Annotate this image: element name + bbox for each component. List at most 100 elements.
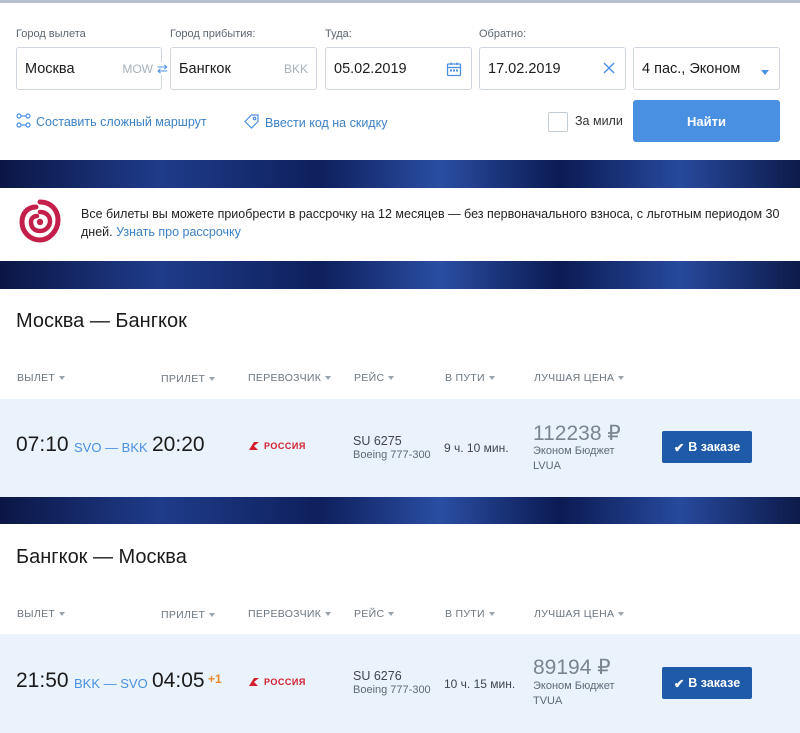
rossiya-icon: [249, 678, 259, 686]
col-depart[interactable]: ВЫЛЕТ: [17, 372, 66, 384]
flight-row[interactable]: 21:50 BKK — SVO 04:05 +1 РОССИЯ SU 6276 …: [0, 634, 800, 733]
promo-code-link[interactable]: Ввести код на скидку: [243, 113, 387, 133]
sort-icon: [488, 612, 495, 617]
col-flight-label: РЕЙС: [354, 372, 385, 384]
chevron-down-icon: [760, 64, 770, 80]
flight-duration: 10 ч. 15 мин.: [444, 677, 516, 691]
sort-icon: [325, 612, 332, 617]
depart-date-field[interactable]: 05.02.2019: [325, 47, 472, 90]
passengers-value: 4 пас., Эконом: [642, 60, 741, 77]
flight-number: SU 6276: [353, 669, 402, 683]
installment-promo: Все билеты вы можете приобрести в рассро…: [0, 188, 800, 261]
sort-icon: [388, 376, 395, 381]
decorative-band: [0, 160, 800, 188]
passengers-select[interactable]: 4 пас., Эконом: [633, 47, 780, 90]
departure-time: 21:50: [16, 669, 69, 692]
to-value: Бангкок: [179, 60, 231, 77]
installment-link[interactable]: Узнать про рассрочку: [116, 225, 241, 239]
sort-icon: [59, 612, 66, 617]
sort-icon: [388, 612, 395, 617]
depart-label: Туда:: [325, 28, 352, 40]
col-duration-label: В ПУТИ: [445, 608, 485, 620]
flight-number: SU 6275: [353, 434, 402, 448]
fare-class: Эконом Бюджет: [533, 680, 615, 692]
to-code: BKK: [283, 61, 308, 76]
aircraft-type: Boeing 777-300: [353, 684, 431, 696]
col-duration[interactable]: В ПУТИ: [445, 608, 495, 620]
inbound-section: Бангкок — Москва ВЫЛЕТ ПРИЛЕТ ПЕРЕВОЗЧИК…: [0, 524, 800, 733]
from-field[interactable]: Москва MOW: [16, 47, 162, 90]
tag-icon: [243, 113, 260, 133]
col-carrier[interactable]: ПЕРЕВОЗЧИК: [248, 372, 332, 384]
sort-icon: [488, 376, 495, 381]
departure-time: 07:10: [16, 433, 69, 456]
carrier-name: РОССИЯ: [264, 677, 306, 687]
clear-icon[interactable]: [602, 61, 616, 79]
promo-code-label: Ввести код на скидку: [265, 116, 388, 130]
col-price-label: ЛУЧШАЯ ЦЕНА: [534, 608, 615, 620]
in-order-button[interactable]: ✔ В заказе: [662, 667, 752, 699]
col-depart[interactable]: ВЫЛЕТ: [17, 608, 66, 620]
flight-row[interactable]: 07:10 SVO — BKK 20:20 РОССИЯ SU 6275 Boe…: [0, 399, 800, 497]
best-price: 112238 ₽: [533, 422, 621, 445]
return-label: Обратно:: [479, 28, 527, 40]
col-flight[interactable]: РЕЙС: [354, 608, 395, 620]
col-depart-label: ВЫЛЕТ: [17, 608, 56, 620]
from-code: MOW: [122, 61, 153, 76]
return-date-field[interactable]: 17.02.2019: [479, 47, 626, 90]
arrival-time: 20:20: [152, 433, 205, 456]
col-flight[interactable]: РЕЙС: [354, 372, 395, 384]
miles-label: За мили: [575, 114, 623, 128]
to-field[interactable]: Бангкок BKK: [170, 47, 317, 90]
in-order-button[interactable]: ✔ В заказе: [662, 431, 752, 463]
swap-icon[interactable]: ⇄: [156, 62, 169, 75]
search-panel: Город вылета Москва MOW ⇄ Город прибытия…: [0, 0, 800, 160]
to-label: Город прибытия:: [170, 28, 256, 40]
check-icon: ✔: [673, 676, 685, 691]
in-order-label: В заказе: [688, 676, 741, 690]
miles-checkbox[interactable]: [548, 112, 568, 132]
arrival-time: 04:05: [152, 669, 205, 692]
decorative-band: [0, 261, 800, 289]
sort-icon: [59, 376, 66, 381]
sort-icon: [209, 377, 216, 382]
fare-code: TVUA: [533, 695, 563, 707]
carrier-logo: РОССИЯ: [248, 441, 306, 451]
complex-route-link[interactable]: Составить сложный маршрут: [16, 113, 207, 131]
col-arrive-label: ПРИЛЕТ: [161, 609, 206, 621]
sort-icon: [209, 613, 216, 618]
carrier-name: РОССИЯ: [264, 441, 306, 451]
col-flight-label: РЕЙС: [354, 608, 385, 620]
flight-duration: 9 ч. 10 мин.: [444, 441, 509, 455]
outbound-section: Москва — Бангкок ВЫЛЕТ ПРИЛЕТ ПЕРЕВОЗЧИК…: [0, 289, 800, 497]
col-duration[interactable]: В ПУТИ: [445, 372, 495, 384]
fare-code: LVUA: [533, 460, 561, 472]
fare-class: Эконом Бюджет: [533, 445, 615, 457]
sort-icon: [325, 376, 332, 381]
col-arrive[interactable]: ПРИЛЕТ: [161, 373, 216, 385]
col-carrier-label: ПЕРЕВОЗЧИК: [248, 372, 322, 384]
sort-icon: [618, 612, 625, 617]
col-price[interactable]: ЛУЧШАЯ ЦЕНА: [534, 372, 625, 384]
outbound-title: Москва — Бангкок: [16, 310, 187, 332]
route-airports: SVO — BKK: [74, 440, 148, 455]
calendar-icon[interactable]: [446, 61, 462, 81]
route-airports: BKK — SVO: [74, 676, 148, 691]
sort-icon: [618, 376, 625, 381]
depart-date-value: 05.02.2019: [334, 60, 407, 77]
decorative-band: [0, 497, 800, 524]
col-arrive[interactable]: ПРИЛЕТ: [161, 609, 216, 621]
col-depart-label: ВЫЛЕТ: [17, 372, 56, 384]
aircraft-type: Boeing 777-300: [353, 449, 431, 461]
col-price[interactable]: ЛУЧШАЯ ЦЕНА: [534, 608, 625, 620]
carrier-logo: РОССИЯ: [248, 677, 306, 687]
col-carrier[interactable]: ПЕРЕВОЗЧИК: [248, 608, 332, 620]
check-icon: ✔: [673, 440, 685, 455]
inbound-title: Бангкок — Москва: [16, 546, 187, 568]
col-carrier-label: ПЕРЕВОЗЧИК: [248, 608, 322, 620]
find-button[interactable]: Найти: [633, 100, 780, 142]
promo-text: Все билеты вы можете приобрести в рассро…: [81, 205, 781, 241]
route-icon: [16, 113, 31, 131]
complex-route-label: Составить сложный маршрут: [36, 115, 207, 129]
rossiya-icon: [249, 442, 259, 450]
